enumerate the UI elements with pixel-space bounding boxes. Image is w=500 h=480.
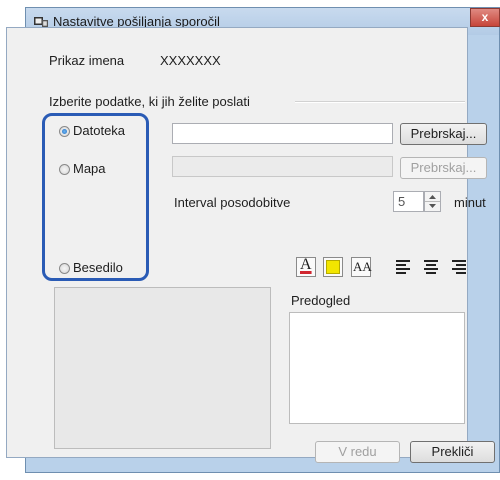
align-left-icon — [396, 260, 410, 274]
font-color-button[interactable]: A — [296, 256, 316, 277]
display-name-value: XXXXXXX — [160, 53, 221, 68]
display-name-label: Prikaz imena — [49, 53, 125, 68]
section-title: Izberite podatke, ki jih želite poslati — [49, 94, 250, 109]
preview-label: Predogled — [291, 293, 351, 308]
highlight-color-button[interactable] — [323, 257, 343, 277]
section-separator — [295, 101, 465, 103]
app-icon — [34, 17, 48, 27]
update-interval-value: 5 — [398, 194, 406, 209]
close-button[interactable]: x — [470, 8, 500, 27]
interval-spinner[interactable] — [424, 191, 441, 212]
font-color-icon: A — [300, 256, 312, 273]
font-size-icon: AA — [353, 259, 372, 274]
align-right-icon — [452, 260, 466, 274]
folder-path-input[interactable] — [172, 156, 393, 177]
preview-panel — [289, 312, 465, 424]
ok-button[interactable]: V redu — [315, 441, 400, 463]
browse-folder-button[interactable]: Prebrskaj... — [400, 157, 487, 179]
highlight-color-icon — [326, 260, 340, 274]
font-size-button[interactable]: AA — [351, 257, 372, 277]
file-path-input[interactable] — [172, 123, 393, 144]
interval-unit: minut — [454, 195, 486, 210]
update-interval-label: Interval posodobitve — [174, 195, 291, 210]
radio-options-highlight — [42, 113, 149, 281]
browse-file-button[interactable]: Prebrskaj... — [400, 123, 487, 145]
update-interval-input[interactable]: 5 — [393, 191, 424, 212]
align-center-button[interactable] — [421, 257, 441, 277]
align-center-icon — [424, 260, 438, 274]
spinner-arrows-icon — [425, 195, 440, 208]
align-right-button[interactable] — [448, 257, 468, 277]
cancel-button[interactable]: Prekliči — [410, 441, 495, 463]
text-input-area[interactable] — [54, 287, 271, 449]
align-left-button[interactable] — [394, 257, 414, 277]
